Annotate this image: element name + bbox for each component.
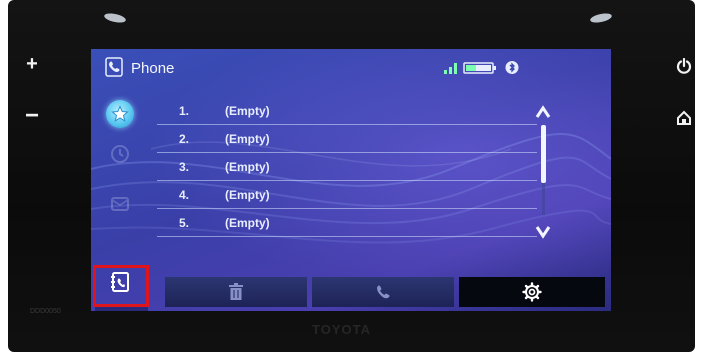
sidebar-item-messages[interactable] — [101, 187, 139, 221]
power-icon — [676, 57, 692, 74]
list-item-number: 5. — [179, 216, 190, 230]
call-button[interactable] — [312, 277, 454, 307]
title-bar: Phone — [91, 49, 611, 85]
phone-screen: Phone 1. (Empty) 2. (Empty) 3. (Empty) 4… — [91, 49, 611, 311]
trash-icon — [229, 283, 243, 300]
list-item[interactable]: 5. (Empty) — [157, 209, 537, 237]
home-button[interactable] — [676, 110, 692, 126]
message-icon — [111, 197, 129, 211]
brand-logo-text: TOYOTA — [312, 322, 371, 337]
signal-bars-icon — [444, 63, 457, 74]
home-icon — [677, 110, 691, 125]
volume-down-button[interactable]: − — [24, 104, 40, 128]
volume-up-button[interactable]: + — [24, 54, 40, 74]
list-item-number: 1. — [179, 104, 190, 118]
sidebar-item-favorites[interactable] — [101, 97, 139, 131]
favorites-list: 1. (Empty) 2. (Empty) 3. (Empty) 4. (Emp… — [157, 97, 537, 237]
sidebar-item-recents[interactable] — [101, 137, 139, 171]
scroll-up-button[interactable] — [535, 105, 551, 119]
chevron-up-icon — [535, 105, 551, 118]
keypad-highlight-box — [93, 265, 149, 307]
bluetooth-icon — [505, 61, 519, 74]
list-item-number: 4. — [179, 188, 190, 202]
list-item-label: (Empty) — [225, 160, 270, 174]
list-item-label: (Empty) — [225, 188, 270, 202]
chevron-down-icon — [535, 226, 551, 239]
list-item[interactable]: 4. (Empty) — [157, 181, 537, 209]
scrollbar-thumb[interactable] — [541, 125, 546, 183]
list-item-label: (Empty) — [225, 104, 270, 118]
list-item[interactable]: 2. (Empty) — [157, 125, 537, 153]
power-button[interactable] — [676, 57, 692, 74]
phone-app-icon — [105, 57, 123, 77]
delete-button[interactable] — [165, 277, 307, 307]
sidebar-item-keypad[interactable] — [95, 307, 148, 311]
list-item-number: 3. — [179, 160, 190, 174]
battery-icon — [463, 62, 496, 74]
scroll-down-button[interactable] — [535, 225, 551, 239]
list-item[interactable]: 1. (Empty) — [157, 97, 537, 125]
list-item[interactable]: 3. (Empty) — [157, 153, 537, 181]
serial-label: DDD0050 — [30, 308, 61, 315]
settings-button[interactable] — [459, 277, 605, 307]
star-icon — [111, 105, 129, 122]
list-item-label: (Empty) — [225, 132, 270, 146]
gear-icon — [522, 282, 542, 302]
page-title: Phone — [131, 60, 175, 77]
phone-handset-icon — [377, 285, 390, 299]
list-item-label: (Empty) — [225, 216, 270, 230]
bottom-toolbar — [165, 277, 605, 307]
clock-icon — [111, 145, 129, 163]
list-item-number: 2. — [179, 132, 190, 146]
